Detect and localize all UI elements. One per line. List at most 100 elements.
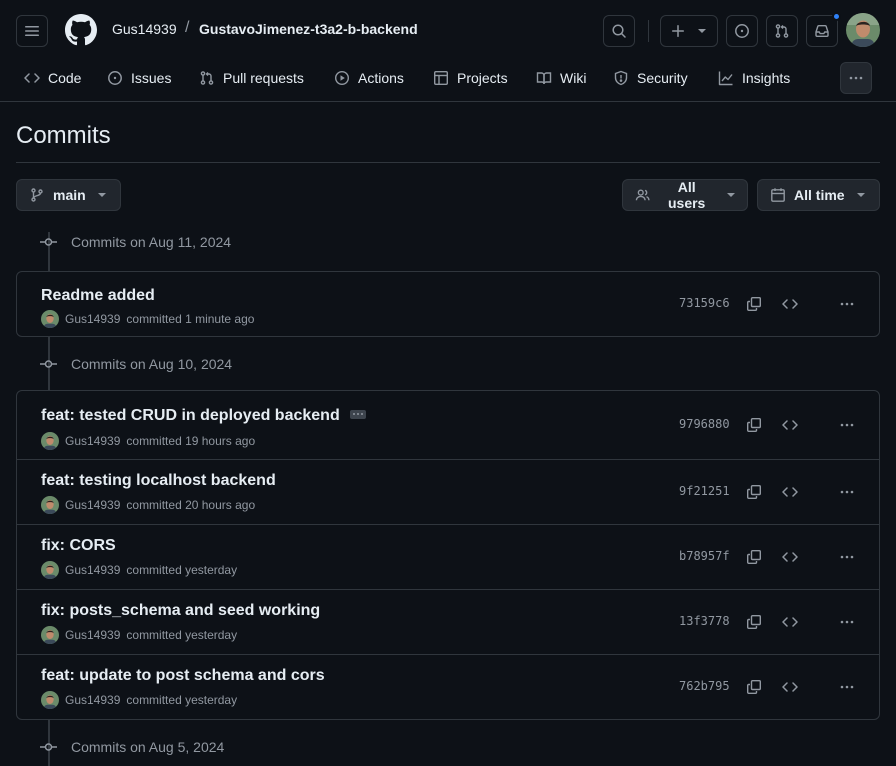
branch-selector-button[interactable]: main <box>16 179 121 211</box>
browse-repo-at-commit-button[interactable] <box>780 415 800 435</box>
browse-repo-at-commit-button[interactable] <box>780 547 800 567</box>
tab-projects[interactable]: Projects <box>433 60 508 96</box>
copy-sha-button[interactable] <box>744 482 764 502</box>
browse-repo-at-commit-button[interactable] <box>780 482 800 502</box>
nav-overflow-button[interactable] <box>840 62 872 94</box>
commit-author-link[interactable]: Gus14939 <box>65 563 120 577</box>
browse-repo-at-commit-button[interactable] <box>780 294 800 314</box>
commit-row[interactable]: fix: posts_schema and seed working Gus14… <box>17 590 879 655</box>
commit-more-actions-button[interactable] <box>837 547 857 567</box>
expand-description-button[interactable] <box>349 409 366 419</box>
code-icon <box>782 420 798 430</box>
commit-meta: Gus14939 committed yesterday <box>41 626 237 644</box>
commit-sha-link[interactable]: 13f3778 <box>679 614 730 628</box>
repo-nav: Code Issues Pull requests Actions Projec… <box>0 60 896 102</box>
commit-message-link[interactable]: feat: update to post schema and cors <box>41 667 325 685</box>
repo-owner-link[interactable]: Gus14939 <box>112 21 177 37</box>
all-time-filter-button[interactable]: All time <box>757 179 880 211</box>
author-avatar[interactable] <box>41 310 59 328</box>
commit-message-link[interactable]: feat: testing localhost backend <box>41 472 276 490</box>
kebab-horizontal-icon <box>849 76 863 80</box>
code-icon <box>782 487 798 497</box>
copy-sha-button[interactable] <box>744 612 764 632</box>
commit-message-link[interactable]: feat: tested CRUD in deployed backend <box>41 407 366 425</box>
commit-meta: Gus14939 committed yesterday <box>41 691 237 709</box>
tab-code-label: Code <box>48 70 82 86</box>
copy-sha-button[interactable] <box>744 415 764 435</box>
commit-more-actions-button[interactable] <box>837 612 857 632</box>
tab-actions-label: Actions <box>358 70 404 86</box>
commit-author-link[interactable]: Gus14939 <box>65 434 120 448</box>
tab-insights[interactable]: Insights <box>718 60 790 96</box>
copy-icon <box>747 297 762 311</box>
commit-author-link[interactable]: Gus14939 <box>65 498 120 512</box>
all-users-filter-button[interactable]: All users <box>622 179 748 211</box>
tab-security[interactable]: Security <box>613 60 688 96</box>
commit-more-actions-button[interactable] <box>837 415 857 435</box>
chevron-down-icon <box>856 193 865 197</box>
tab-wiki-label: Wiki <box>560 70 587 86</box>
commit-author-link[interactable]: Gus14939 <box>65 693 120 707</box>
tab-code[interactable]: Code <box>24 60 81 96</box>
copy-sha-button[interactable] <box>744 547 764 567</box>
commit-more-actions-button[interactable] <box>837 677 857 697</box>
all-users-label: All users <box>667 179 706 211</box>
title-divider <box>16 162 880 163</box>
browse-repo-at-commit-button[interactable] <box>780 612 800 632</box>
commit-author-link[interactable]: Gus14939 <box>65 628 120 642</box>
tab-wiki[interactable]: Wiki <box>536 60 586 96</box>
commit-row[interactable]: feat: update to post schema and cors Gus… <box>17 655 879 720</box>
commit-group-date: Commits on Aug 10, 2024 <box>71 356 233 372</box>
commit-sha-link[interactable]: 9f21251 <box>679 484 730 498</box>
copy-icon <box>747 485 762 499</box>
issue-opened-icon <box>108 71 122 85</box>
notifications-button[interactable] <box>806 12 841 47</box>
commit-group-date: Commits on Aug 11, 2024 <box>71 234 232 250</box>
commit-row[interactable]: fix: CORS Gus14939 committed yesterday b… <box>17 525 879 590</box>
commit-row[interactable]: Readme added Gus14939 committed 1 minute… <box>17 272 879 337</box>
author-avatar[interactable] <box>41 496 59 514</box>
pull-requests-button[interactable] <box>766 15 798 47</box>
commit-meta: Gus14939 committed 1 minute ago <box>41 310 254 328</box>
author-avatar[interactable] <box>41 691 59 709</box>
commit-row[interactable]: feat: testing localhost backend Gus14939… <box>17 460 879 525</box>
all-time-label: All time <box>794 187 845 203</box>
commit-list: feat: tested CRUD in deployed backend Gu… <box>16 390 880 720</box>
github-logo-icon[interactable] <box>65 14 97 46</box>
tab-issues[interactable]: Issues <box>107 60 171 96</box>
git-commit-icon <box>40 356 57 372</box>
commit-sha-link[interactable]: 9796880 <box>679 417 730 431</box>
author-avatar[interactable] <box>41 432 59 450</box>
copy-icon <box>747 615 762 629</box>
commit-sha-link[interactable]: 73159c6 <box>679 296 730 310</box>
commit-time: committed yesterday <box>126 628 238 642</box>
tab-pull-requests[interactable]: Pull requests <box>199 60 304 96</box>
commit-sha-link[interactable]: 762b795 <box>679 679 730 693</box>
commit-message-link[interactable]: Readme added <box>41 287 155 305</box>
author-avatar[interactable] <box>41 626 59 644</box>
open-menu-button[interactable] <box>16 15 48 47</box>
code-icon <box>782 682 798 692</box>
breadcrumb-separator: / <box>185 19 190 36</box>
commit-author-link[interactable]: Gus14939 <box>65 312 120 326</box>
search-button[interactable] <box>603 15 635 47</box>
commit-more-actions-button[interactable] <box>837 294 857 314</box>
repo-name-link[interactable]: GustavoJimenez-t3a2-b-backend <box>199 21 418 37</box>
page-title: Commits <box>16 122 111 149</box>
commit-message-link[interactable]: fix: CORS <box>41 537 116 555</box>
commit-group-heading: Commits on Aug 5, 2024 <box>40 737 224 757</box>
copy-sha-button[interactable] <box>744 294 764 314</box>
commit-sha-link[interactable]: b78957f <box>679 549 730 563</box>
issues-button[interactable] <box>726 15 758 47</box>
git-commit-icon <box>40 234 57 250</box>
copy-sha-button[interactable] <box>744 677 764 697</box>
browse-repo-at-commit-button[interactable] <box>780 677 800 697</box>
tab-actions[interactable]: Actions <box>334 60 404 96</box>
commit-time: committed yesterday <box>126 563 238 577</box>
commit-message-link[interactable]: fix: posts_schema and seed working <box>41 602 320 620</box>
author-avatar[interactable] <box>41 561 59 579</box>
user-avatar[interactable] <box>846 13 880 47</box>
commit-more-actions-button[interactable] <box>837 482 857 502</box>
commit-row[interactable]: feat: tested CRUD in deployed backend Gu… <box>17 391 879 460</box>
create-new-button[interactable] <box>660 15 718 47</box>
